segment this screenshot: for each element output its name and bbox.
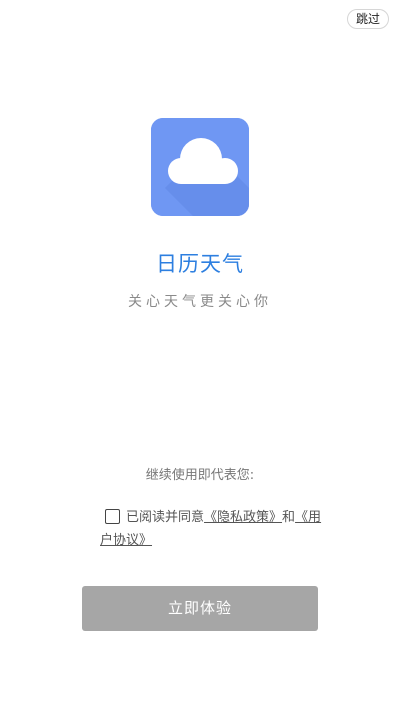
agree-checkbox[interactable] bbox=[105, 509, 120, 524]
app-icon bbox=[151, 118, 249, 216]
skip-button[interactable]: 跳过 bbox=[347, 9, 389, 29]
cloud-icon bbox=[151, 118, 249, 216]
splash-screen: 跳过 日历天气 关心天气更关心你 继续使用即代表您: 已阅读并同意《隐私政策》和… bbox=[0, 0, 400, 710]
app-slogan: 关心天气更关心你 bbox=[128, 294, 272, 310]
start-button[interactable]: 立即体验 bbox=[82, 586, 318, 631]
agree-prefix-text: 已阅读并同意 bbox=[126, 510, 205, 525]
privacy-policy-link[interactable]: 《隐私政策》 bbox=[204, 510, 282, 525]
agreement-row: 已阅读并同意《隐私政策》和《用户协议》 bbox=[100, 506, 330, 552]
consent-notice: 继续使用即代表您: bbox=[145, 468, 255, 483]
agree-conjunction-text: 和 bbox=[282, 510, 296, 525]
app-name: 日历天气 bbox=[156, 252, 244, 276]
